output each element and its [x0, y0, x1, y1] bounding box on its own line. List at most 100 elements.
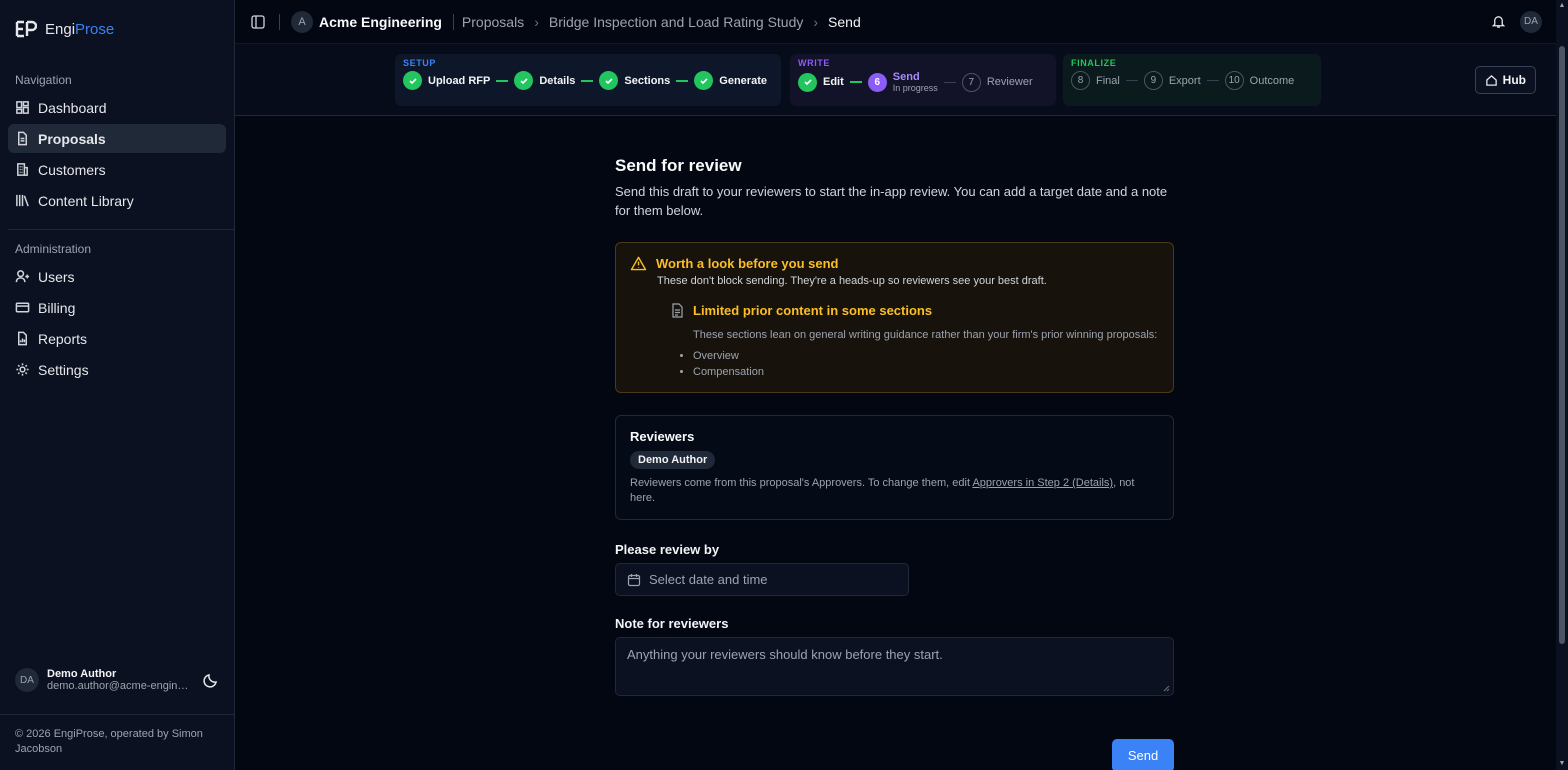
step-label: Details [539, 74, 576, 87]
step-connector [943, 81, 956, 83]
avatar: DA [15, 668, 39, 692]
issue-section-list: Overview Compensation [681, 348, 1159, 380]
issue-body: These sections lean on general writing g… [693, 329, 1158, 341]
note-label: Note for reviewers [615, 616, 729, 631]
step-label: Export [1168, 74, 1201, 87]
moon-icon[interactable] [203, 672, 219, 688]
issue-header: Limited prior content in some sections [671, 303, 1159, 318]
step-label: Final [1096, 74, 1120, 87]
main-area: A Acme Engineering Proposals › Bridge In… [235, 0, 1568, 770]
reviewer-note-textarea[interactable]: Anything your reviewers should know befo… [615, 637, 1174, 696]
reviewer-chip: Demo Author [630, 451, 716, 469]
warning-title: Worth a look before you send [656, 256, 839, 271]
step-group-finalize: FINALIZE 8 Final 9 Export 10 Outcome [1063, 54, 1321, 106]
building-icon [17, 163, 28, 176]
approvers-link[interactable]: Approvers in Step 2 (Details) [972, 477, 1113, 489]
step-number: 6 [867, 72, 887, 92]
step-generate[interactable]: Generate [694, 71, 767, 90]
page-title: Send for review [615, 156, 742, 175]
step-group-setup: SETUP Upload RFP Details Sections Genera… [395, 54, 781, 106]
check-icon [694, 71, 714, 90]
scrollbar[interactable]: ▲ ▼ [1556, 0, 1568, 770]
sidebar-footer: © 2026 EngiProse, operated by Simon Jaco… [0, 714, 234, 769]
steps: 8 Final 9 Export 10 Outcome [1071, 71, 1313, 90]
breadcrumb-proposals[interactable]: Proposals [462, 14, 524, 30]
topbar-separator [452, 13, 454, 30]
step-label: Upload RFP [428, 74, 491, 87]
step-connector [1206, 80, 1219, 81]
app-root: EngiProse Navigation Dashboard Proposals… [0, 0, 1568, 770]
sidebar-item-billing[interactable]: Billing [8, 293, 226, 322]
step-label: Send In progress [892, 71, 938, 93]
bell-icon[interactable] [1491, 14, 1506, 29]
check-icon [403, 71, 422, 90]
scroll-thumb[interactable] [1559, 46, 1565, 644]
document-icon [18, 131, 27, 146]
review-date-picker[interactable]: Select date and time [615, 563, 909, 596]
scroll-up-icon[interactable]: ▲ [1558, 2, 1566, 10]
group-title: SETUP [403, 58, 437, 68]
scroll-down-icon[interactable]: ▼ [1558, 760, 1566, 768]
step-connector [849, 81, 862, 83]
hub-button[interactable]: Hub [1474, 66, 1536, 94]
check-icon [798, 72, 817, 92]
sidebar-item-proposals[interactable]: Proposals [8, 124, 226, 153]
send-button[interactable]: Send [1112, 739, 1174, 770]
step-send[interactable]: 6 Send In progress [867, 71, 938, 93]
org-avatar: A [291, 10, 313, 33]
sidebar-item-dashboard[interactable]: Dashboard [8, 93, 226, 122]
breadcrumb-proposal[interactable]: Bridge Inspection and Load Rating Study [549, 14, 804, 30]
step-final[interactable]: 8 Final [1071, 71, 1120, 90]
calendar-icon [627, 573, 641, 586]
step-number: 7 [961, 72, 981, 92]
step-connector [676, 79, 689, 82]
resize-handle-icon[interactable] [1163, 685, 1170, 692]
topbar-actions: DA [1491, 10, 1542, 33]
brand-name: EngiProse [45, 20, 115, 38]
step-label: Generate [719, 74, 767, 87]
topbar-separator [279, 13, 280, 30]
issue-title: Limited prior content in some sections [693, 303, 933, 318]
step-outcome[interactable]: 10 Outcome [1224, 71, 1294, 90]
report-icon [18, 331, 27, 346]
step-export[interactable]: 9 Export [1143, 71, 1201, 90]
reviewers-title: Reviewers [630, 429, 695, 444]
brand-logo[interactable]: EngiProse [0, 0, 234, 58]
page-description: Send this draft to your reviewers to sta… [615, 184, 1168, 218]
credit-card-icon [15, 302, 30, 313]
sidebar-item-reports[interactable]: Reports [8, 324, 226, 353]
sidebar-item-label: Content Library [38, 192, 134, 209]
sidebar: EngiProse Navigation Dashboard Proposals… [0, 0, 235, 770]
sidebar-item-content-library[interactable]: Content Library [8, 186, 226, 215]
sidebar-item-customers[interactable]: Customers [8, 155, 226, 184]
user-email: demo.author@acme-engineering.com [47, 680, 193, 692]
admin-section-title: Administration [15, 242, 92, 256]
step-edit[interactable]: Edit [798, 72, 844, 92]
logo-icon [15, 20, 37, 38]
gear-icon [16, 363, 29, 376]
sidebar-item-label: Billing [38, 299, 76, 316]
sidebar-item-settings[interactable]: Settings [8, 355, 226, 384]
user-card[interactable]: DA Demo Author demo.author@acme-engineer… [0, 668, 234, 692]
step-connector [581, 79, 594, 82]
warning-header: Worth a look before you send [630, 256, 1159, 271]
step-upload-rfp[interactable]: Upload RFP [403, 71, 490, 90]
users-icon [15, 270, 30, 283]
step-reviewer[interactable]: 7 Reviewer [961, 72, 1033, 92]
list-item: Compensation [693, 364, 1159, 380]
nav-divider [8, 229, 234, 230]
document-icon [672, 303, 683, 318]
step-details[interactable]: Details [514, 71, 575, 90]
step-label: Sections [624, 74, 671, 87]
steps: Edit 6 Send In progress 7 Reviewer [798, 71, 1048, 93]
sidebar-item-users[interactable]: Users [8, 262, 226, 291]
step-connector [1125, 80, 1138, 81]
step-label: Edit [823, 76, 844, 88]
org-name[interactable]: Acme Engineering [319, 14, 442, 30]
sidebar-item-label: Dashboard [38, 99, 107, 116]
step-label: Reviewer [986, 76, 1033, 88]
reviewers-note: Reviewers come from this proposal's Appr… [630, 477, 1135, 504]
sidebar-toggle-icon[interactable] [251, 14, 265, 29]
avatar[interactable]: DA [1520, 10, 1542, 33]
step-sections[interactable]: Sections [599, 71, 670, 90]
